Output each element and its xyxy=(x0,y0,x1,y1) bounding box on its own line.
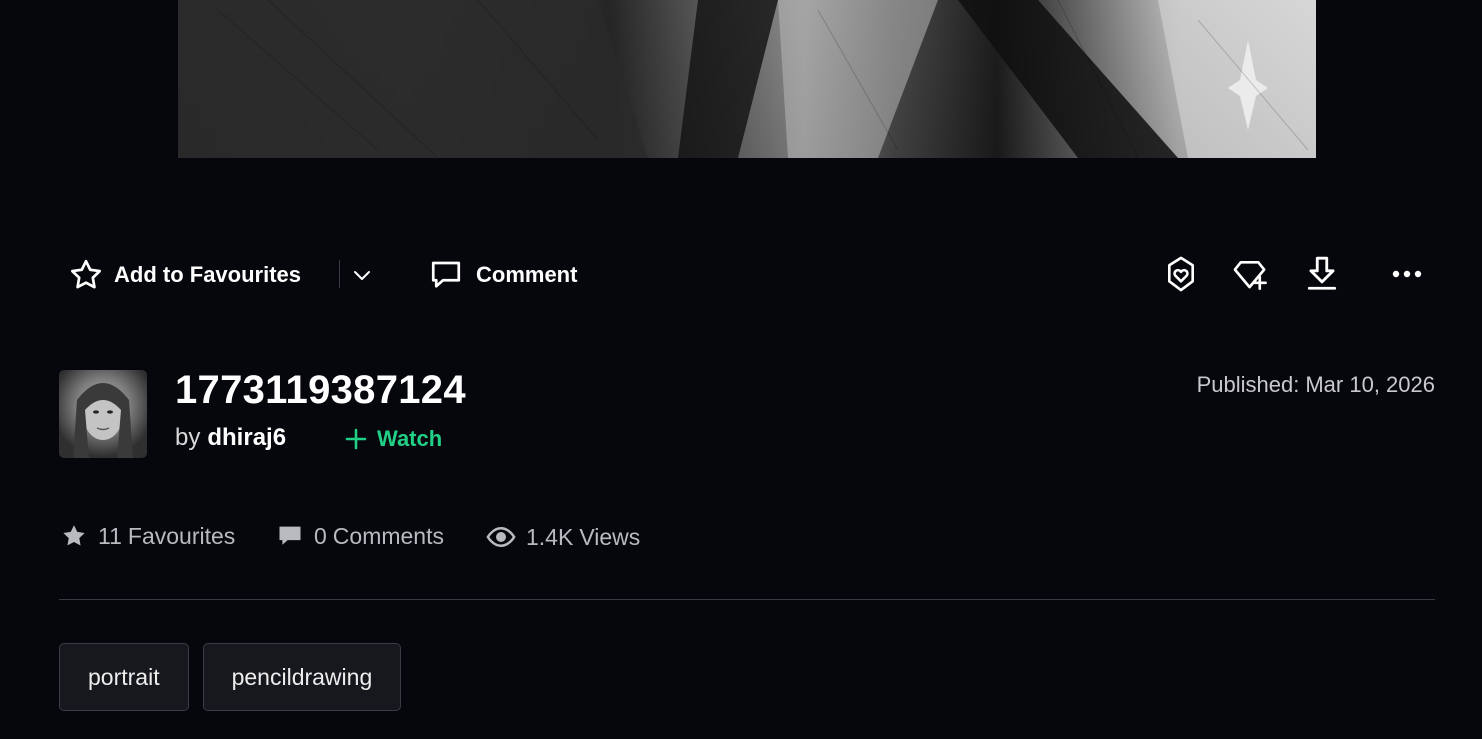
artwork-sketch xyxy=(178,0,1316,158)
views-stat-label: Views xyxy=(579,523,641,550)
comments-count: 0 xyxy=(314,522,327,549)
chevron-down-icon xyxy=(354,271,370,280)
views-stat: 1.4K Views xyxy=(486,522,640,552)
avatar-portrait xyxy=(73,383,133,458)
published-date: Published: Mar 10, 2026 xyxy=(1197,372,1435,398)
tag-portrait[interactable]: portrait xyxy=(59,643,189,711)
comment-button[interactable]: Comment xyxy=(428,256,577,294)
deviation-page: Add to Favourites Comment 1773119387124 … xyxy=(0,0,1482,739)
tags-list: portrait pencildrawing xyxy=(59,643,402,711)
eye-icon xyxy=(486,526,516,548)
watch-label: Watch xyxy=(377,426,443,451)
download-icon xyxy=(1307,256,1337,290)
plus-icon xyxy=(345,428,367,450)
deviation-title: 1773119387124 xyxy=(175,368,466,412)
watch-button[interactable]: Watch xyxy=(345,426,442,452)
favourites-dropdown-button[interactable] xyxy=(348,262,376,288)
tag-pencildrawing[interactable]: pencildrawing xyxy=(202,643,402,711)
favourites-stat[interactable]: 11 Favourites xyxy=(60,522,235,550)
add-to-favourites-button[interactable]: Add to Favourites xyxy=(68,256,301,294)
byline: by dhiraj6 xyxy=(175,424,286,452)
more-options-button[interactable] xyxy=(1385,252,1429,296)
published-value: Mar 10, 2026 xyxy=(1305,372,1435,397)
artwork-image[interactable] xyxy=(178,0,1316,158)
comments-stat-label: Comments xyxy=(332,522,444,549)
star-filled-icon xyxy=(63,525,85,546)
favourites-divider xyxy=(339,260,340,288)
favourites-stat-label: Favourites xyxy=(127,522,236,549)
comment-label: Comment xyxy=(476,262,578,287)
gem-plus-icon xyxy=(1233,260,1267,290)
more-horizontal-icon xyxy=(1392,270,1422,278)
author-avatar[interactable] xyxy=(59,370,147,458)
comments-stat[interactable]: 0 Comments xyxy=(276,522,444,550)
heart-gem-icon xyxy=(1167,256,1195,292)
add-to-collection-button[interactable] xyxy=(1229,252,1273,296)
add-to-favourites-label: Add to Favourites xyxy=(114,262,302,287)
section-divider xyxy=(59,599,1435,600)
published-label: Published: xyxy=(1196,372,1300,397)
speech-bubble-icon xyxy=(431,261,461,288)
star-outline-icon xyxy=(71,259,101,289)
views-count: 1.4K xyxy=(526,523,574,550)
download-button[interactable] xyxy=(1300,252,1344,296)
author-name-link[interactable]: dhiraj6 xyxy=(207,424,286,452)
comment-filled-icon xyxy=(279,526,301,545)
favourites-count: 11 xyxy=(98,522,122,549)
give-button[interactable] xyxy=(1159,252,1203,296)
by-label: by xyxy=(175,424,201,451)
